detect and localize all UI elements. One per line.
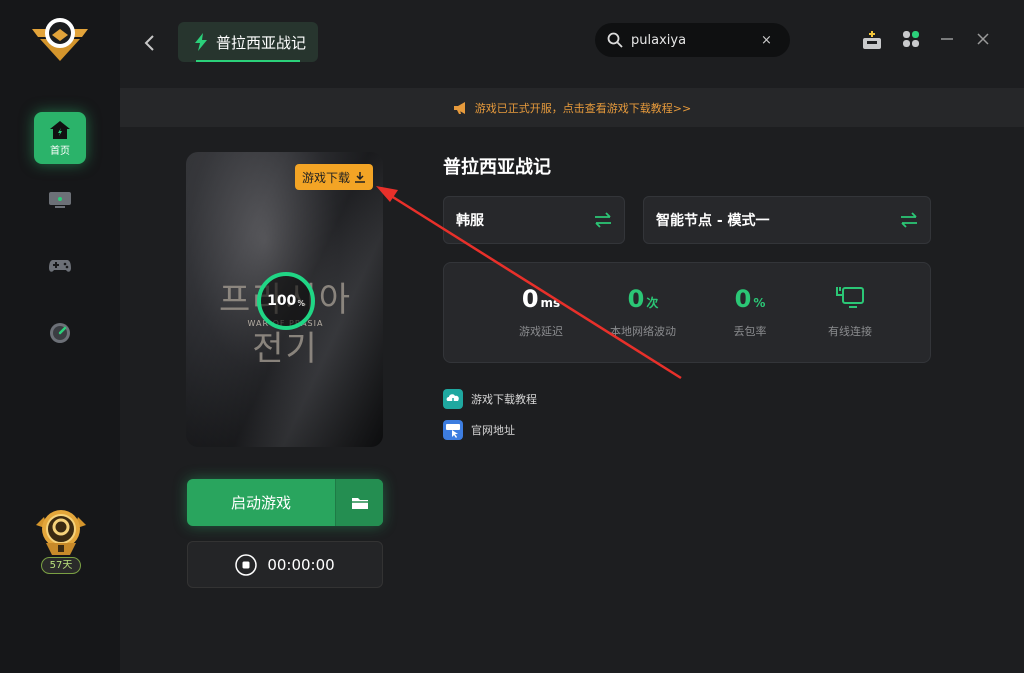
- app-window: 首页 57天 普拉西亚战记 pulaxiya × 游戏已正式开服，点击查看游戏下…: [0, 0, 1024, 673]
- home-icon: [50, 120, 70, 139]
- website-link[interactable]: 官网地址: [443, 420, 515, 440]
- download-label: 游戏下载: [301, 170, 350, 185]
- active-tab-indicator: [196, 60, 300, 62]
- sidebar-item-label: 首页: [50, 145, 70, 157]
- vip-badge[interactable]: 57天: [34, 505, 88, 575]
- sidebar: 首页 57天: [0, 0, 120, 673]
- apps-grid-icon[interactable]: [902, 30, 920, 48]
- stat-packet-loss: 0% 丢包率: [695, 285, 805, 339]
- search-bar[interactable]: pulaxiya ×: [595, 23, 790, 57]
- folder-icon: [351, 497, 368, 509]
- latency-unit: ms: [540, 296, 561, 310]
- sidebar-item-games[interactable]: [34, 240, 86, 292]
- stop-icon[interactable]: [235, 553, 258, 576]
- timer-value: 00:00:00: [267, 555, 335, 574]
- game-title-tab[interactable]: 普拉西亚战记: [178, 22, 318, 62]
- wired-connection-icon: [836, 287, 864, 308]
- packet-loss-label: 丢包率: [733, 325, 767, 338]
- clear-search-icon[interactable]: ×: [761, 33, 772, 48]
- stat-fluctuation: 0次 本地网络波动: [588, 285, 698, 339]
- cloud-download-icon: [443, 389, 463, 409]
- fluctuation-label: 本地网络波动: [610, 325, 676, 338]
- megaphone-icon: [453, 101, 465, 114]
- speedometer-icon: [50, 323, 70, 343]
- website-link-label: 官网地址: [471, 424, 515, 437]
- search-icon: [607, 32, 623, 48]
- game-download-button[interactable]: 游戏下载: [295, 164, 373, 190]
- monitor-icon: [49, 192, 71, 208]
- inbox-plus-icon[interactable]: [862, 30, 882, 50]
- progress-value: 100: [267, 293, 297, 309]
- level-badge-icon: [36, 510, 86, 555]
- gamepad-icon: [49, 260, 71, 272]
- latency-value: 0: [521, 285, 539, 313]
- search-input[interactable]: pulaxiya: [631, 33, 761, 48]
- switch-icon: [901, 212, 917, 228]
- tutorial-link-label: 游戏下载教程: [471, 393, 537, 406]
- days-counter: 57天: [41, 557, 81, 574]
- progress-unit: %: [297, 298, 305, 308]
- launch-game-button[interactable]: 启动游戏: [187, 479, 383, 526]
- app-logo: [32, 18, 88, 61]
- server-selector[interactable]: 韩服: [443, 196, 625, 244]
- node-value: 智能节点 - 模式一: [656, 213, 770, 229]
- minimize-icon[interactable]: [940, 32, 954, 46]
- node-selector[interactable]: 智能节点 - 模式一: [643, 196, 931, 244]
- latency-label: 游戏延迟: [519, 325, 563, 338]
- stat-connection: 有线连接: [795, 285, 905, 339]
- sidebar-item-monitor[interactable]: [34, 174, 86, 226]
- switch-icon: [595, 212, 611, 228]
- network-stats-panel: 0 ms 游戏延迟 0次 本地网络波动 0% 丢包率 有线连接: [443, 262, 931, 363]
- fluctuation-value: 0: [627, 285, 645, 313]
- packet-loss-value: 0: [734, 285, 752, 313]
- game-name: 普拉西亚战记: [443, 157, 551, 178]
- play-timer: 00:00:00: [187, 541, 383, 588]
- announcement-text: 游戏已正式开服，点击查看游戏下载教程>>: [474, 101, 692, 115]
- page-title: 普拉西亚战记: [216, 33, 307, 52]
- download-icon: [355, 172, 365, 183]
- announcement-bar[interactable]: 游戏已正式开服，点击查看游戏下载教程>>: [120, 88, 1024, 127]
- fluctuation-unit: 次: [646, 296, 659, 310]
- sidebar-item-home[interactable]: 首页: [34, 112, 86, 164]
- launch-label[interactable]: 启动游戏: [187, 479, 335, 526]
- download-progress-ring: 100 %: [257, 272, 315, 330]
- website-icon: [443, 420, 463, 440]
- stat-latency: 0 ms 游戏延迟: [486, 285, 596, 339]
- sidebar-item-speed[interactable]: [34, 307, 86, 359]
- close-icon[interactable]: [976, 32, 990, 46]
- lightning-icon: [195, 33, 207, 51]
- connection-label: 有线连接: [828, 325, 872, 338]
- open-folder-button[interactable]: [336, 479, 383, 526]
- back-button[interactable]: [142, 33, 158, 53]
- tutorial-link[interactable]: 游戏下载教程: [443, 389, 537, 409]
- packet-loss-unit: %: [753, 296, 766, 310]
- server-value: 韩服: [456, 213, 484, 229]
